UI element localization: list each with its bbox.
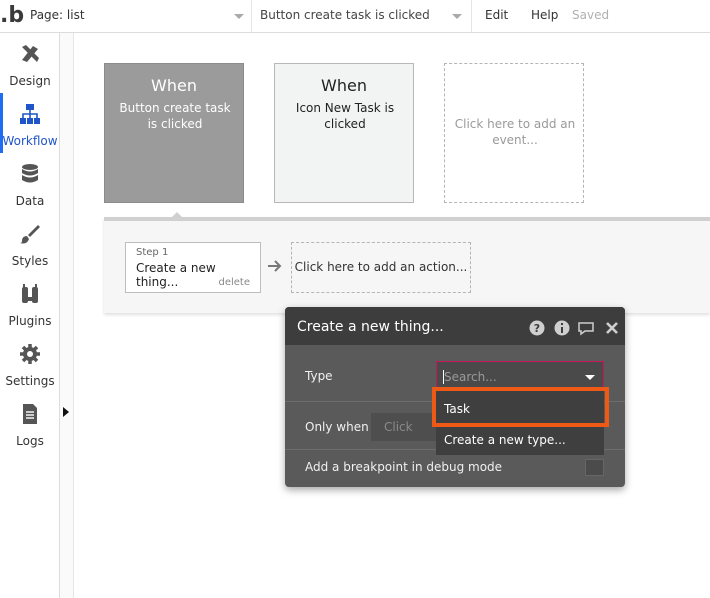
dropdown-option-label: Create a new type... xyxy=(444,433,566,447)
type-search-placeholder: Search... xyxy=(444,370,497,384)
breakpoint-checkbox[interactable] xyxy=(585,459,604,476)
sidebar-item-label: Design xyxy=(9,74,51,88)
info-icon[interactable] xyxy=(554,320,570,336)
type-label: Type xyxy=(305,369,333,383)
save-status: Saved xyxy=(572,8,610,22)
close-icon[interactable] xyxy=(605,321,619,335)
bubble-logo[interactable]: .b xyxy=(0,3,24,29)
document-icon xyxy=(23,404,37,424)
dropdown-option-create-new-type[interactable]: Create a new type... xyxy=(436,423,604,456)
delete-step-link[interactable]: delete xyxy=(218,277,250,288)
svg-text:?: ? xyxy=(534,322,540,335)
page-selector-label: Page: list xyxy=(30,8,85,22)
workflow-icon xyxy=(20,104,40,124)
step-number: Step 1 xyxy=(136,247,169,258)
chevron-down-icon[interactable] xyxy=(585,375,595,380)
text-cursor xyxy=(443,370,444,384)
sidebar-item-workflow[interactable]: Workflow xyxy=(0,93,60,153)
event-card-button-create-task[interactable]: When Button create task is clicked xyxy=(104,63,244,203)
edit-menu[interactable]: Edit xyxy=(485,8,508,22)
sidebar-item-label: Logs xyxy=(16,434,44,448)
event-description: Icon New Task is clicked xyxy=(295,101,395,131)
database-icon xyxy=(22,164,38,183)
collapse-gutter[interactable] xyxy=(60,33,74,598)
top-bar: .b Page: list Button create task is clic… xyxy=(0,0,710,33)
add-event-card[interactable]: Click here to add an event... xyxy=(444,63,584,203)
breakpoint-label: Add a breakpoint in debug mode xyxy=(305,460,503,474)
design-icon xyxy=(22,45,39,62)
event-description: Button create task is clicked xyxy=(119,101,231,131)
event-card-icon-new-task[interactable]: When Icon New Task is clicked xyxy=(274,63,414,203)
event-selector-label: Button create task is clicked xyxy=(260,8,430,22)
add-event-label: Click here to add an event... xyxy=(454,117,576,147)
highlight-box xyxy=(432,387,609,427)
plug-icon xyxy=(22,284,38,303)
comment-icon[interactable] xyxy=(577,320,595,336)
only-when-input[interactable]: Click xyxy=(371,413,441,441)
popup-header: Create a new thing... ? xyxy=(285,307,625,345)
popup-title: Create a new thing... xyxy=(297,319,444,335)
sidebar-item-logs[interactable]: Logs xyxy=(0,393,60,453)
chevron-down-icon xyxy=(452,14,462,19)
sidebar-item-label: Plugins xyxy=(8,314,52,328)
sidebar: Design Workflow Data Styles Plugins Sett… xyxy=(0,33,60,598)
step-1-card[interactable]: Step 1 Create a new thing... delete xyxy=(125,242,261,293)
brush-icon xyxy=(20,225,40,244)
sidebar-item-label: Workflow xyxy=(2,134,58,148)
event-when-label: When xyxy=(321,76,367,95)
event-selector[interactable]: Button create task is clicked xyxy=(252,0,472,33)
sidebar-item-plugins[interactable]: Plugins xyxy=(0,273,60,333)
action-row: Step 1 Create a new thing... delete Clic… xyxy=(104,217,710,313)
only-when-label: Only when xyxy=(305,420,369,434)
sidebar-item-design[interactable]: Design xyxy=(0,33,60,93)
expand-arrow-icon[interactable] xyxy=(63,407,69,417)
chevron-down-icon xyxy=(234,14,244,19)
arrow-right-icon xyxy=(268,260,282,272)
sidebar-item-styles[interactable]: Styles xyxy=(0,213,60,273)
help-menu[interactable]: Help xyxy=(531,8,558,22)
sidebar-item-label: Data xyxy=(15,194,45,208)
page-selector[interactable]: Page: list xyxy=(22,0,252,33)
help-icon[interactable]: ? xyxy=(529,320,545,336)
gear-icon xyxy=(20,344,40,364)
sidebar-item-data[interactable]: Data xyxy=(0,153,60,213)
sidebar-item-label: Settings xyxy=(5,374,55,388)
add-action-button[interactable]: Click here to add an action... xyxy=(291,242,471,293)
sidebar-item-settings[interactable]: Settings xyxy=(0,333,60,393)
only-when-placeholder: Click xyxy=(384,420,413,434)
event-when-label: When xyxy=(151,76,197,95)
sidebar-item-label: Styles xyxy=(11,254,49,268)
